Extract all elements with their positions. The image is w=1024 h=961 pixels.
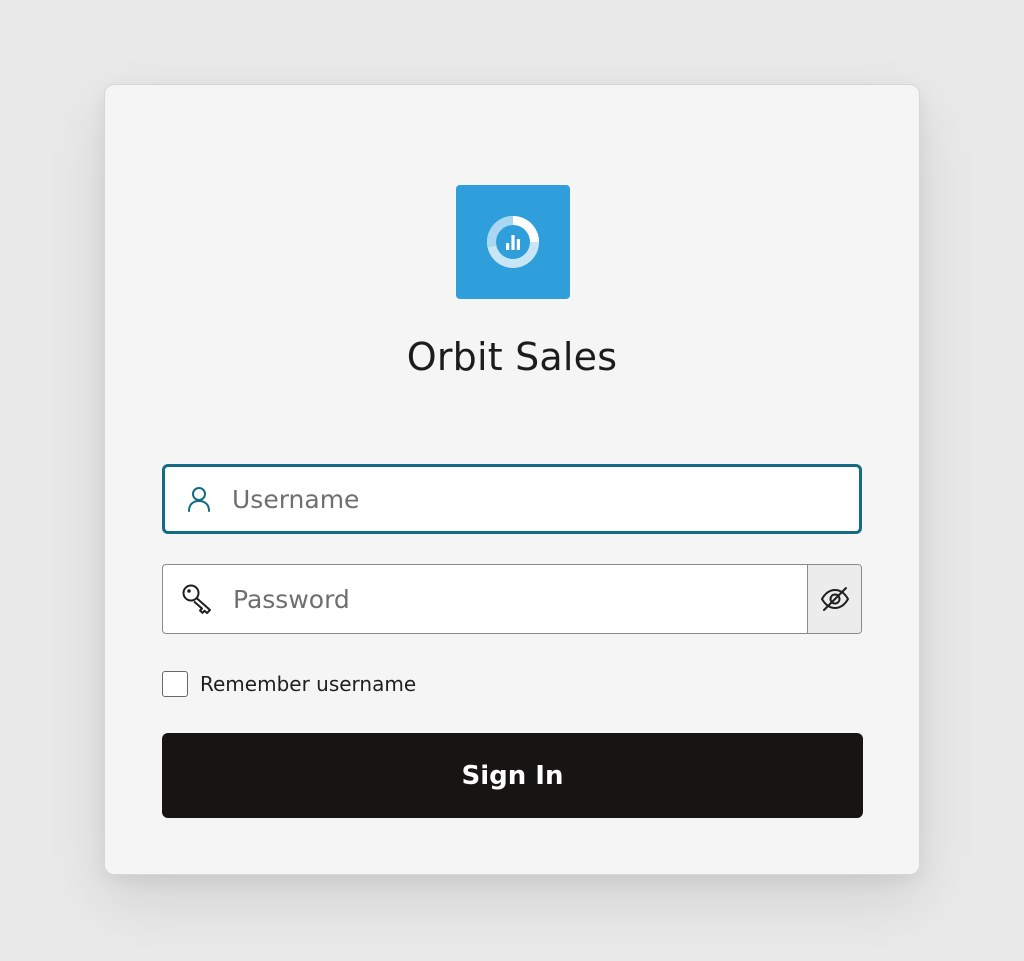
eye-slash-icon	[820, 587, 849, 611]
username-input[interactable]	[232, 467, 859, 531]
toggle-password-visibility-button[interactable]	[807, 565, 861, 633]
app-logo	[456, 185, 570, 299]
password-input[interactable]	[233, 565, 807, 633]
user-icon	[165, 467, 232, 531]
login-card: Orbit Sales Remembe	[104, 84, 920, 875]
app-title: Orbit Sales	[406, 335, 618, 379]
key-icon	[163, 565, 233, 633]
remember-username-label[interactable]: Remember username	[200, 672, 416, 696]
remember-username[interactable]: Remember username	[162, 670, 416, 698]
sign-in-button[interactable]: Sign In	[162, 733, 863, 818]
username-field[interactable]	[162, 464, 862, 534]
remember-username-checkbox[interactable]	[162, 671, 188, 697]
password-field[interactable]	[162, 564, 862, 634]
donut-chart-icon	[487, 216, 539, 268]
